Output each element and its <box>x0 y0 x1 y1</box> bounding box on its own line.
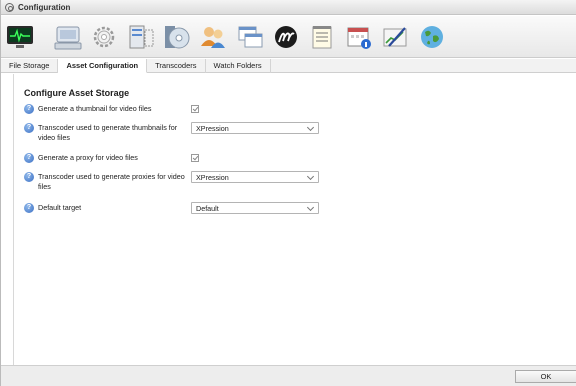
category-toolbar <box>1 16 576 58</box>
tab-watch-folders[interactable]: Watch Folders <box>206 59 271 73</box>
window-title: Configuration <box>18 2 71 12</box>
xpression-logo-icon[interactable] <box>271 22 301 52</box>
gear-icon[interactable] <box>89 22 119 52</box>
storage-rack-icon[interactable] <box>126 22 156 52</box>
setting-label: Transcoder used to generate thumbnails f… <box>38 123 178 142</box>
chevron-down-icon <box>306 203 315 212</box>
tab-transcoders[interactable]: Transcoders <box>147 59 206 73</box>
thumbnail-transcoder-select[interactable]: XPression <box>191 122 319 134</box>
media-disc-icon[interactable] <box>162 22 192 52</box>
setting-label: Transcoder used to generate proxies for … <box>38 172 185 191</box>
setting-label: Generate a thumbnail for video files <box>38 104 152 113</box>
title-bar: Configuration <box>1 0 576 15</box>
help-icon[interactable]: ? <box>24 123 34 133</box>
users-icon[interactable] <box>198 22 228 52</box>
help-icon[interactable]: ? <box>24 153 34 163</box>
panel-heading: Configure Asset Storage <box>24 88 130 98</box>
ok-button[interactable]: OK <box>515 370 576 383</box>
generate-proxy-checkbox[interactable] <box>191 154 199 162</box>
help-icon[interactable]: ? <box>24 104 34 114</box>
select-value: XPression <box>196 124 229 133</box>
setting-label: Default target <box>38 203 82 212</box>
calendar-info-icon[interactable] <box>344 22 374 52</box>
tab-bar: File Storage Asset Configuration Transco… <box>1 59 576 73</box>
dialog-footer: OK <box>1 365 576 386</box>
select-value: Default <box>196 204 219 213</box>
proxy-transcoder-select[interactable]: XPression <box>191 171 319 183</box>
select-value: XPression <box>196 173 229 182</box>
setting-label: Generate a proxy for video files <box>38 153 138 162</box>
globe-icon[interactable] <box>417 22 447 52</box>
chart-edit-icon[interactable] <box>380 22 410 52</box>
document-list-icon[interactable] <box>307 22 337 52</box>
chevron-down-icon <box>306 172 315 181</box>
settings-gear-icon <box>5 2 14 12</box>
help-icon[interactable]: ? <box>24 203 34 213</box>
monitor-icon[interactable] <box>5 22 35 52</box>
asset-configuration-panel: Configure Asset Storage ? Generate a thu… <box>13 74 576 365</box>
windows-icon[interactable] <box>235 22 265 52</box>
chevron-down-icon <box>306 123 315 132</box>
tab-file-storage[interactable]: File Storage <box>1 59 59 73</box>
tab-asset-configuration[interactable]: Asset Configuration <box>58 59 148 73</box>
generate-thumbnail-checkbox[interactable] <box>191 105 199 113</box>
default-target-select[interactable]: Default <box>191 202 319 214</box>
configuration-window: Configuration File Storage Asset Configu… <box>0 0 576 386</box>
keyboard-icon[interactable] <box>53 22 83 52</box>
help-icon[interactable]: ? <box>24 172 34 182</box>
